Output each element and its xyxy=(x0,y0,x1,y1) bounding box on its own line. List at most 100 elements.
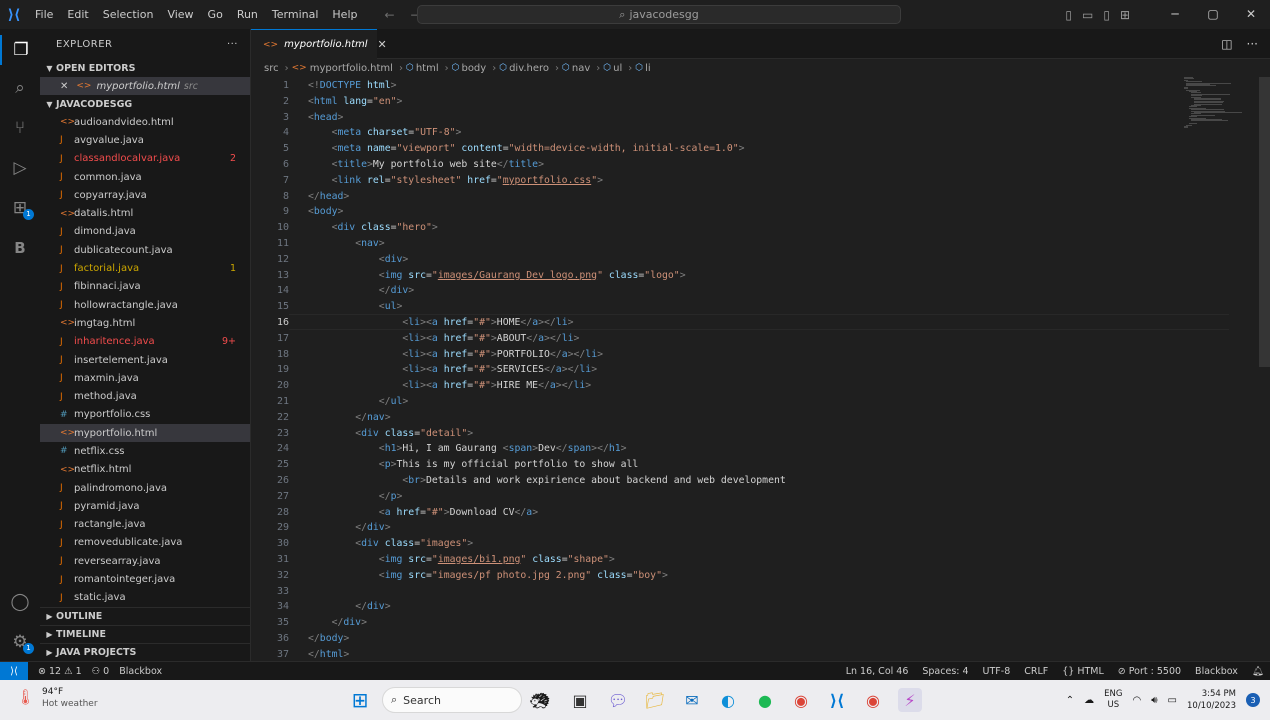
toggle-secondary-sidebar-icon[interactable]: ▯ xyxy=(1103,8,1110,22)
toggle-sidebar-icon[interactable]: ▯ xyxy=(1065,8,1072,22)
remote-indicator-icon[interactable]: ⟩⟨ xyxy=(0,661,28,681)
breadcrumb-div-hero[interactable]: div.hero xyxy=(509,63,549,74)
close-icon[interactable]: ✕ xyxy=(60,81,68,92)
code-line[interactable]: <li><a href="#">PORTFOLIO</a></li> xyxy=(308,347,603,363)
problems-status[interactable]: ⊗ 12 ⚠ 1 xyxy=(38,666,82,677)
file-item[interactable]: Jmaxmin.java xyxy=(40,369,250,387)
breadcrumb-file[interactable]: myportfolio.html xyxy=(310,63,393,74)
code-line[interactable]: </p> xyxy=(308,489,403,505)
code-line[interactable]: <div> xyxy=(308,252,409,268)
file-item[interactable]: Jhollowractangle.java xyxy=(40,296,250,314)
file-item[interactable]: Jractangle.java xyxy=(40,516,250,534)
language-indicator[interactable]: ENG US xyxy=(1104,689,1122,711)
toggle-panel-icon[interactable]: ▭ xyxy=(1082,8,1093,22)
code-line[interactable]: </head> xyxy=(308,189,349,205)
menu-file[interactable]: File xyxy=(28,0,60,29)
file-item[interactable]: <> imgtag.html xyxy=(40,314,250,332)
code-line[interactable]: <p>This is my official portfolio to show… xyxy=(308,457,639,473)
wifi-icon[interactable]: ◠ xyxy=(1133,695,1142,706)
code-line[interactable]: </div> xyxy=(308,615,367,631)
file-item[interactable]: # myportfolio.css xyxy=(40,406,250,424)
file-item[interactable]: Jpyramid.java xyxy=(40,497,250,515)
code-line[interactable]: <img src="images/Gaurang Dev logo.png" c… xyxy=(308,268,686,284)
edge-browser-icon[interactable]: ◐ xyxy=(716,688,740,712)
ports-status[interactable]: ⚇ 0 xyxy=(92,666,110,677)
code-line[interactable]: <div class="detail"> xyxy=(308,426,473,442)
code-line[interactable]: </div> xyxy=(308,283,414,299)
spotify-icon[interactable]: ● xyxy=(753,688,777,712)
windows-start-icon[interactable]: ⊞ xyxy=(348,688,372,712)
file-item[interactable]: Jinsertelement.java xyxy=(40,351,250,369)
code-line[interactable]: <br>Details and work expirience about ba… xyxy=(308,473,785,489)
task-view-icon[interactable]: ▣ xyxy=(568,688,592,712)
code-line[interactable]: <nav> xyxy=(308,236,385,252)
clock[interactable]: 3:54 PM 10/10/2023 xyxy=(1187,688,1236,712)
indentation[interactable]: Spaces: 4 xyxy=(922,666,968,677)
code-line[interactable]: <img src="images/pf photo.jpg 2.png" cla… xyxy=(308,568,668,584)
outline-section[interactable]: ▶ OUTLINE xyxy=(40,607,251,625)
file-item[interactable]: Jstatic.java xyxy=(40,589,250,607)
code-line[interactable]: <body> xyxy=(308,204,343,220)
breadcrumb-body[interactable]: body xyxy=(461,63,486,74)
file-item[interactable]: <> myportfolio.html xyxy=(40,424,250,443)
menu-run[interactable]: Run xyxy=(230,0,265,29)
vscode-taskbar-icon[interactable]: ⟩⟨ xyxy=(825,688,849,712)
file-item[interactable]: Jcopyarray.java xyxy=(40,186,250,204)
settings-gear-icon[interactable]: ⚙ 1 xyxy=(0,627,40,657)
minimize-button[interactable]: ─ xyxy=(1156,0,1194,29)
minimap[interactable] xyxy=(1184,77,1243,129)
more-actions-icon[interactable]: ··· xyxy=(227,39,238,50)
weather-widget[interactable]: 🌡︎ 94°F Hot weather xyxy=(16,686,98,710)
code-line[interactable]: <a href="#">Download CV</a> xyxy=(308,505,538,521)
more-actions-icon[interactable]: ··· xyxy=(1247,37,1258,51)
notification-bell-icon[interactable]: 🔔︎ xyxy=(1252,666,1264,677)
source-control-icon[interactable]: ⑂ xyxy=(0,113,40,143)
code-line[interactable]: <h1>Hi, I am Gaurang <span>Dev</span></h… xyxy=(308,441,627,457)
end-of-line[interactable]: CRLF xyxy=(1024,666,1048,677)
file-item[interactable]: <> audioandvideo.html xyxy=(40,113,250,131)
menu-go[interactable]: Go xyxy=(201,0,230,29)
file-item[interactable]: # netflix.css xyxy=(40,442,250,460)
recording-app-icon[interactable]: ⚡︎ xyxy=(898,688,922,712)
mail-icon[interactable]: ✉ xyxy=(680,688,704,712)
code-line[interactable]: <!DOCTYPE html> xyxy=(308,78,397,94)
file-item[interactable]: Jcommon.java xyxy=(40,168,250,186)
menu-selection[interactable]: Selection xyxy=(96,0,161,29)
close-window-button[interactable]: ✕ xyxy=(1232,0,1270,29)
code-line[interactable]: </div> xyxy=(308,599,390,615)
file-item[interactable]: <> netflix.html xyxy=(40,461,250,479)
show-hidden-icons-icon[interactable]: ⌃ xyxy=(1066,695,1074,706)
breadcrumb-src[interactable]: src xyxy=(264,63,279,74)
volume-icon[interactable]: 🔊︎ xyxy=(1151,695,1157,706)
code-line[interactable]: <html lang="en"> xyxy=(308,94,402,110)
blackbox-status-right[interactable]: Blackbox xyxy=(1195,666,1238,677)
file-item[interactable]: Jpalindromono.java xyxy=(40,479,250,497)
vertical-scrollbar[interactable] xyxy=(1259,77,1270,367)
live-server-port[interactable]: ⊘ Port : 5500 xyxy=(1118,666,1181,677)
breadcrumb-ul[interactable]: ul xyxy=(613,63,622,74)
tab-close-icon[interactable]: ✕ xyxy=(378,38,387,51)
breadcrumb-nav[interactable]: nav xyxy=(572,63,590,74)
chrome-icon[interactable]: ◉ xyxy=(861,688,885,712)
customize-layout-icon[interactable]: ⊞ xyxy=(1120,8,1130,22)
workspace-folder-section[interactable]: ▼ JAVACODESGG xyxy=(40,95,250,113)
chat-icon[interactable]: 💬︎ xyxy=(606,688,630,712)
code-line[interactable]: <div class="images"> xyxy=(308,536,473,552)
explorer-icon[interactable]: ❐ xyxy=(0,35,40,65)
battery-icon[interactable]: ▭ xyxy=(1168,695,1177,706)
run-debug-icon[interactable]: ▷ xyxy=(0,153,40,183)
file-item[interactable]: Javgvalue.java xyxy=(40,131,250,149)
file-item[interactable]: Jclassandlocalvar.java 2 xyxy=(40,150,250,168)
chrome-profile-icon[interactable]: ◉ xyxy=(789,688,813,712)
code-line[interactable]: <head> xyxy=(308,110,343,126)
code-editor[interactable]: 1 2 3 4 5 6 7 8 9 10 11 12 13 14 15 16 17 18 19 20 21 22 23 24 2… xyxy=(251,77,1270,661)
menu-help[interactable]: Help xyxy=(325,0,364,29)
code-line[interactable]: </div> xyxy=(308,520,390,536)
file-item[interactable]: Jreversearray.java xyxy=(40,552,250,570)
breadcrumb-li[interactable]: li xyxy=(645,63,651,74)
code-line[interactable]: <meta charset="UTF-8"> xyxy=(308,125,462,141)
code-line[interactable]: <title>My portfolio web site</title> xyxy=(308,157,544,173)
file-item[interactable]: Jromantointeger.java xyxy=(40,570,250,588)
code-line[interactable]: <li><a href="#">SERVICES</a></li> xyxy=(308,362,597,378)
blackbox-icon[interactable]: B xyxy=(0,233,40,263)
